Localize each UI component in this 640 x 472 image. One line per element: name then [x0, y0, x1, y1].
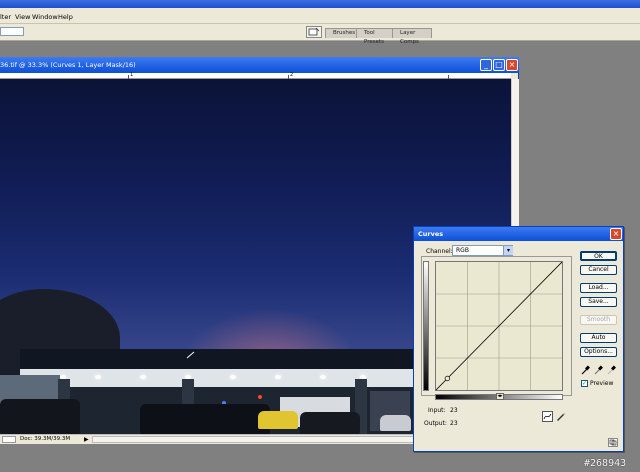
auto-button[interactable]: Auto [580, 333, 617, 343]
photo-light [258, 395, 262, 399]
document-title: 36.tif @ 33.3% (Curves 1, Layer Mask/16) [0, 61, 136, 69]
channel-label: Channel: [426, 248, 453, 255]
curves-dialog: Curves × Channel: RGB ▾ ◂▸ Input: 23 Out… [413, 226, 624, 452]
minimize-button[interactable]: _ [480, 59, 492, 71]
gradient-toggle-icon[interactable]: ◂▸ [496, 393, 504, 400]
gray-eyedropper-icon[interactable] [594, 365, 603, 375]
photo-light [230, 375, 236, 379]
input-label: Input: [428, 407, 446, 414]
curve-control-point[interactable] [444, 375, 451, 382]
menu-filter[interactable]: lter [0, 13, 11, 21]
black-eyedropper-icon[interactable] [581, 365, 590, 375]
channel-select[interactable]: RGB ▾ [452, 245, 513, 256]
white-eyedropper-icon[interactable] [607, 365, 616, 375]
curve-tool-icon[interactable] [542, 411, 553, 422]
photo-car [140, 404, 270, 434]
close-button[interactable]: × [506, 59, 518, 71]
curves-close-button[interactable]: × [610, 228, 622, 240]
tab-brushes[interactable]: Brushes [325, 28, 358, 38]
photo-light [140, 375, 146, 379]
document-titlebar[interactable]: 36.tif @ 33.3% (Curves 1, Layer Mask/16)… [0, 57, 519, 73]
output-gradient-bar [423, 261, 429, 391]
photo-car [300, 412, 360, 434]
photo-light [275, 375, 281, 379]
status-menu-arrow-icon[interactable]: ▶ [84, 436, 89, 443]
photo-light [320, 375, 326, 379]
photo-light [95, 375, 101, 379]
output-value: 23 [450, 420, 458, 427]
chevron-down-icon[interactable]: ▾ [503, 246, 513, 255]
ok-button[interactable]: OK [580, 251, 617, 261]
save-button[interactable]: Save... [580, 297, 617, 307]
photo-car [258, 411, 298, 429]
curve-graph[interactable] [435, 261, 563, 391]
photo-car [0, 399, 80, 434]
maximize-button[interactable]: □ [493, 59, 505, 71]
pencil-tool-icon[interactable] [555, 411, 566, 422]
cancel-button[interactable]: Cancel [580, 265, 617, 275]
ruler-number: 1 [130, 72, 134, 78]
expand-graph-icon[interactable] [608, 438, 618, 447]
cursor-icon [186, 351, 195, 359]
channel-value: RGB [456, 247, 469, 254]
ruler-number: 2 [290, 72, 294, 78]
tab-layer-comps[interactable]: Layer Comps [392, 28, 432, 45]
preview-checkbox[interactable]: ✓ [581, 380, 588, 387]
options-button[interactable]: Options... [580, 347, 617, 357]
palette-well-icon[interactable] [306, 26, 322, 38]
app-titlebar [0, 0, 640, 8]
input-value: 23 [450, 407, 458, 414]
menu-help[interactable]: Help [58, 13, 73, 21]
curves-title: Curves [418, 230, 444, 238]
document-size-status: Doc: 39.3M/39.3M [20, 436, 71, 442]
preview-label: Preview [590, 380, 614, 387]
options-bar: Brushes Tool Presets Layer Comps [0, 24, 640, 45]
photo-car [380, 415, 411, 431]
watermark: #268943 [584, 458, 627, 469]
load-button[interactable]: Load... [580, 283, 617, 293]
curves-titlebar[interactable]: Curves × [414, 227, 623, 241]
output-label: Output: [424, 420, 447, 427]
options-field[interactable] [0, 27, 24, 36]
tab-tool-presets[interactable]: Tool Presets [356, 28, 394, 45]
menubar: lter View Window Help [0, 8, 640, 24]
zoom-field[interactable] [2, 436, 16, 443]
menu-view[interactable]: View [15, 13, 30, 21]
menu-window[interactable]: Window [32, 13, 58, 21]
smooth-button[interactable]: Smooth [580, 315, 617, 325]
